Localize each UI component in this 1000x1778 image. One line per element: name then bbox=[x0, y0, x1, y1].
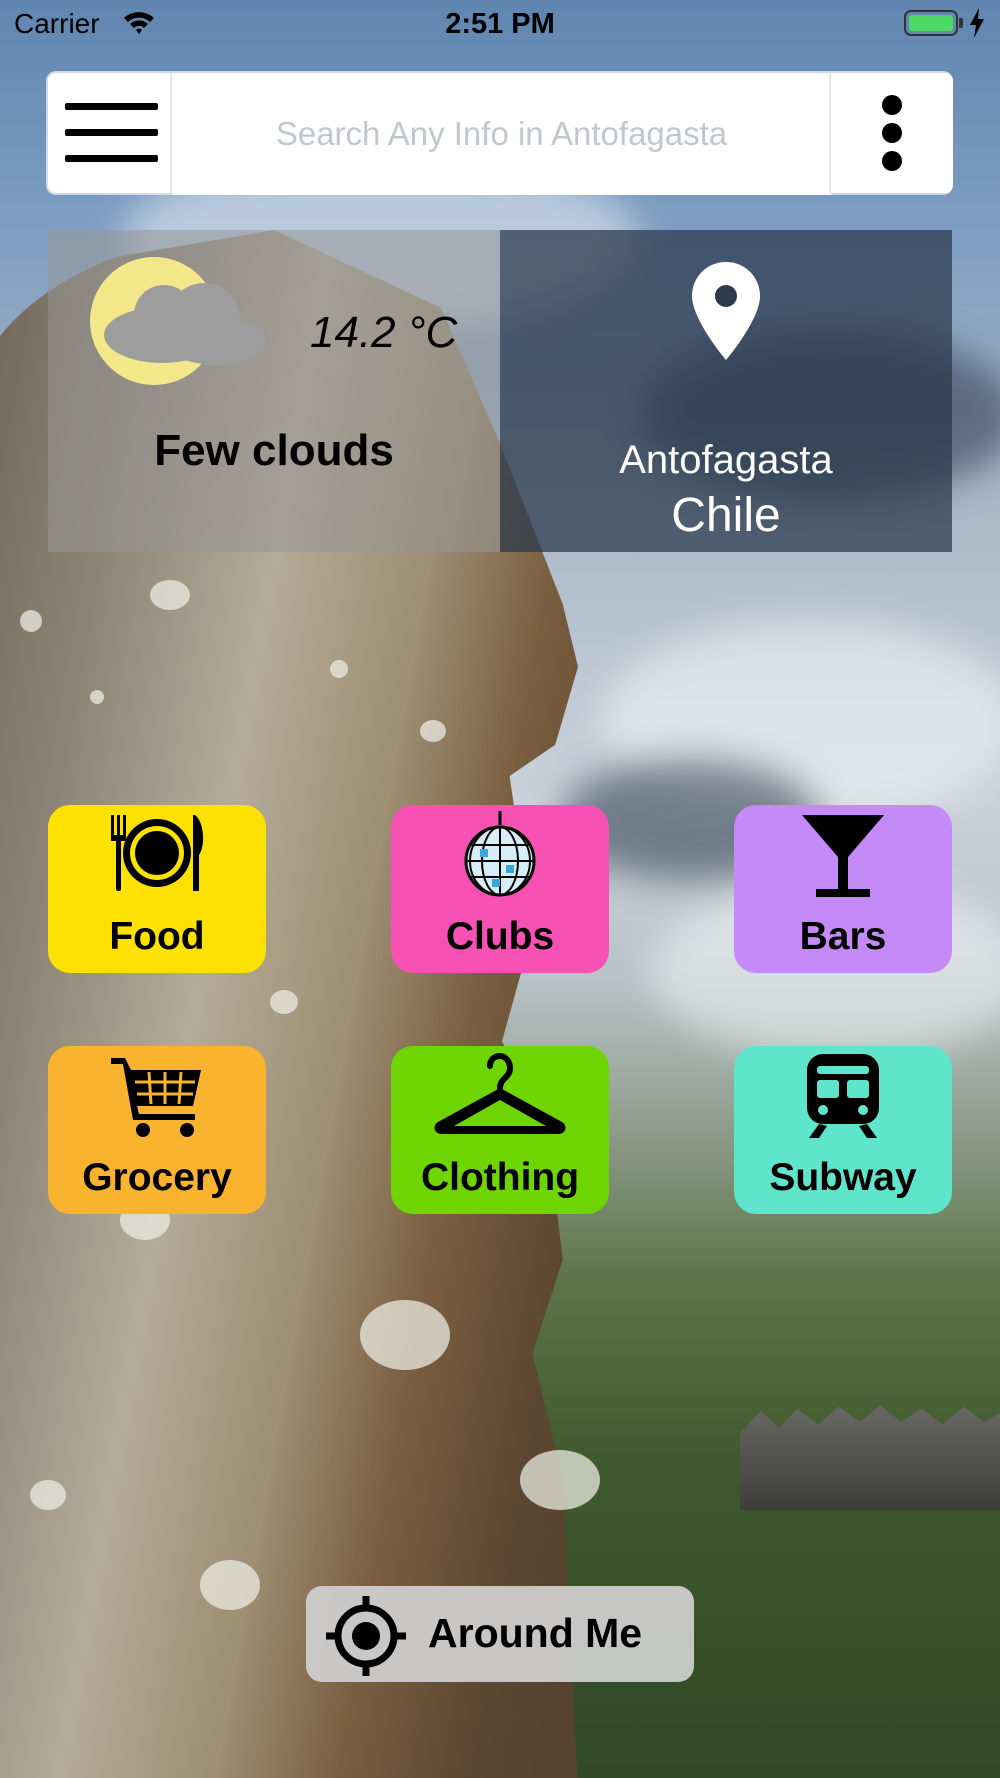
around-me-button[interactable]: Around Me bbox=[306, 1586, 694, 1682]
city-name: Antofagasta bbox=[619, 438, 833, 482]
category-clubs-button[interactable]: Clubs bbox=[391, 805, 609, 973]
category-subway-button[interactable]: Subway bbox=[734, 1046, 952, 1214]
battery-icon bbox=[904, 10, 958, 36]
category-label: Bars bbox=[799, 915, 887, 958]
search-bar bbox=[48, 73, 953, 195]
crosshair-target-icon bbox=[326, 1596, 406, 1676]
charging-bolt-icon bbox=[970, 8, 984, 38]
cocktail-glass-icon bbox=[802, 815, 884, 897]
location-panel[interactable]: Antofagasta Chile bbox=[500, 230, 952, 552]
clock-time: 2:51 PM bbox=[445, 8, 555, 40]
weather-panel[interactable]: 14.2 °C Few clouds bbox=[48, 230, 500, 552]
category-label: Clubs bbox=[445, 915, 555, 958]
more-options-button[interactable] bbox=[829, 73, 953, 193]
shopping-cart-icon bbox=[111, 1058, 201, 1137]
around-me-label: Around Me bbox=[428, 1610, 643, 1656]
search-input[interactable] bbox=[172, 73, 831, 195]
map-pin-icon bbox=[692, 262, 760, 360]
category-label: Subway bbox=[769, 1156, 917, 1199]
weather-condition: Few clouds bbox=[154, 426, 394, 475]
category-label: Grocery bbox=[82, 1156, 232, 1199]
train-icon bbox=[807, 1054, 879, 1138]
hanger-icon bbox=[434, 1052, 566, 1134]
temperature-value: 14.2 °C bbox=[310, 308, 458, 357]
status-bar: Carrier 2:51 PM bbox=[0, 0, 1000, 50]
category-bars-button[interactable]: Bars bbox=[734, 805, 952, 973]
category-food-button[interactable]: Food bbox=[48, 805, 266, 973]
category-grocery-button[interactable]: Grocery bbox=[48, 1046, 266, 1214]
category-label: Food bbox=[109, 915, 205, 958]
plate-fork-knife-icon bbox=[111, 815, 204, 891]
category-clothing-button[interactable]: Clothing bbox=[391, 1046, 609, 1214]
country-name: Chile bbox=[671, 489, 781, 542]
menu-button[interactable] bbox=[48, 73, 172, 193]
category-label: Clothing bbox=[420, 1156, 580, 1199]
sun-behind-cloud-icon bbox=[90, 257, 266, 385]
disco-ball-icon bbox=[464, 811, 536, 897]
